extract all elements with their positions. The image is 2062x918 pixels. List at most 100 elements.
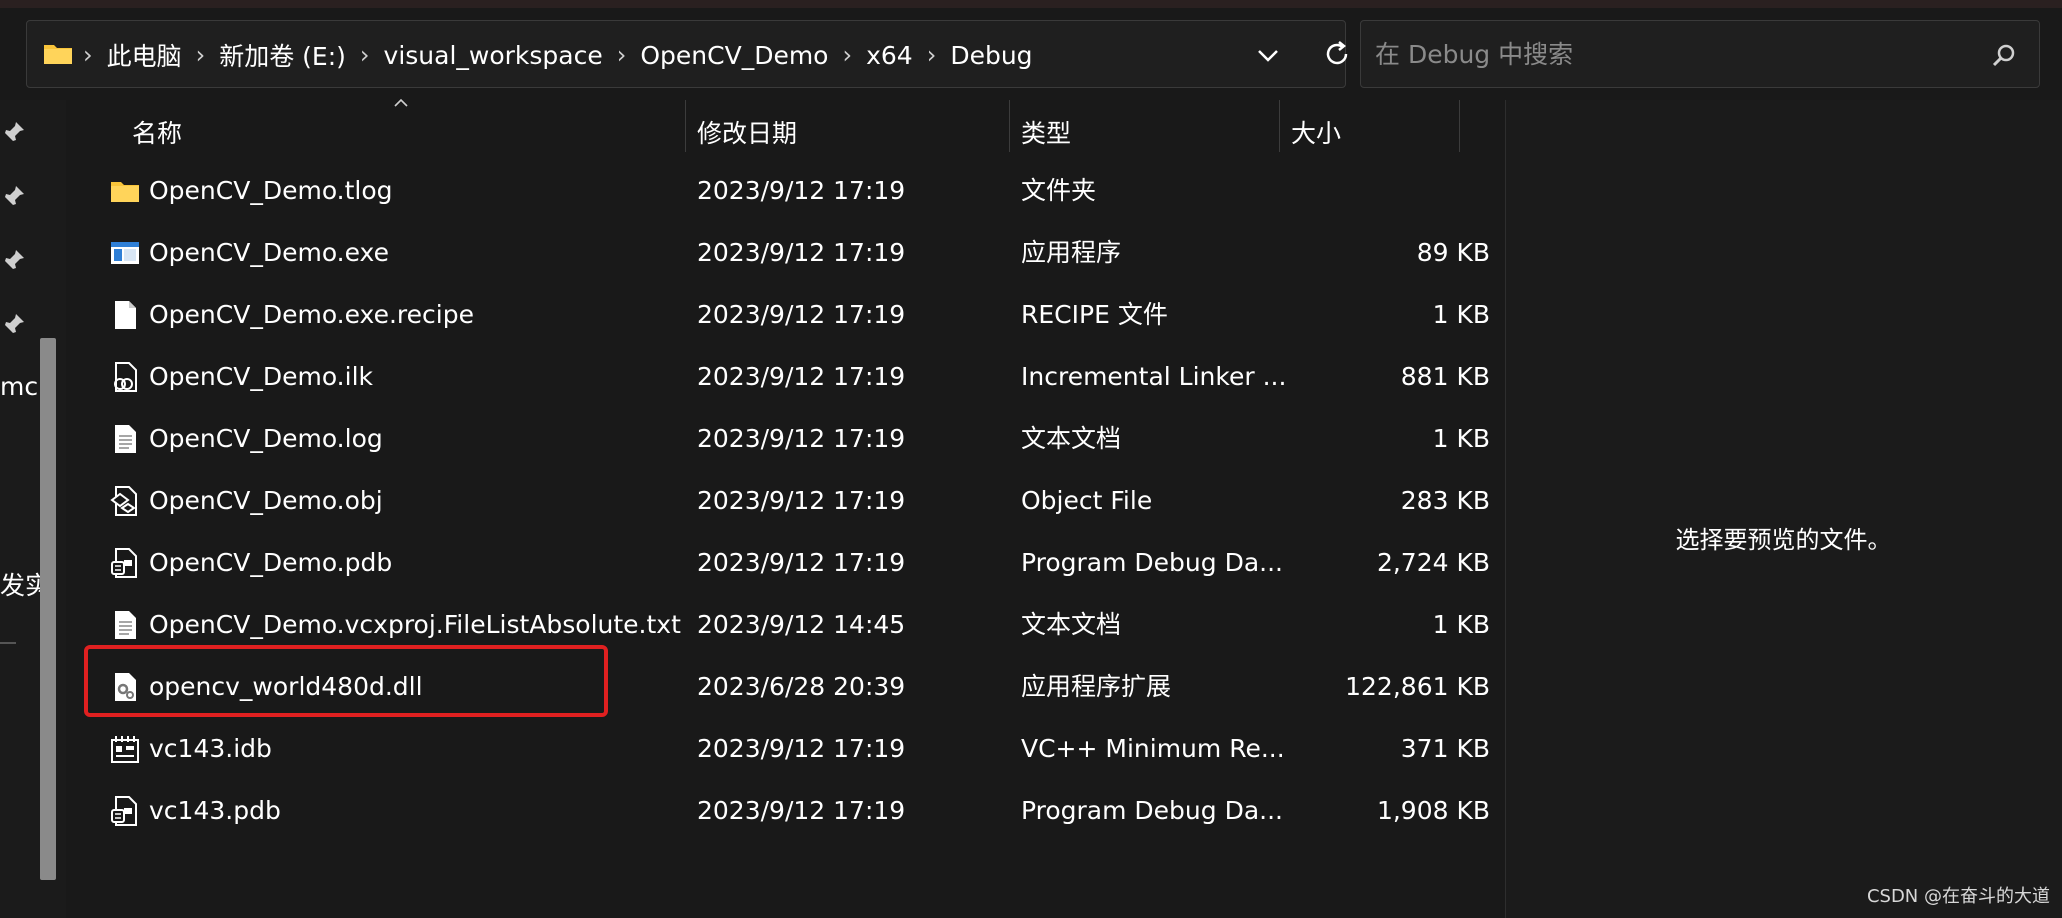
file-name[interactable]: OpenCV_Demo.tlog	[149, 160, 393, 222]
pin-icon[interactable]	[2, 312, 26, 336]
file-name[interactable]: OpenCV_Demo.exe.recipe	[149, 284, 474, 346]
file-row[interactable]: vc143.idb 2023/9/12 17:19 VC++ Minimum R…	[100, 718, 1490, 780]
nav-item-label[interactable]: mc	[0, 372, 40, 401]
file-row[interactable]: OpenCV_Demo.obj 2023/9/12 17:19 Object F…	[100, 470, 1490, 532]
file-row[interactable]: OpenCV_Demo.exe.recipe 2023/9/12 17:19 R…	[100, 284, 1490, 346]
file-date: 2023/9/12 17:19	[697, 300, 906, 329]
text-file-icon	[115, 611, 136, 639]
file-date: 2023/9/12 14:45	[697, 610, 906, 639]
chevron-down-icon[interactable]	[1255, 43, 1281, 67]
file-date: 2023/9/12 17:19	[697, 176, 906, 205]
ilk-icon	[114, 362, 137, 392]
search-placeholder: 在 Debug 中搜索	[1375, 40, 1574, 69]
refresh-icon[interactable]	[1322, 39, 1352, 69]
file-name[interactable]: vc143.pdb	[149, 780, 281, 842]
breadcrumb-drive-e[interactable]: 新加卷 (E:)	[219, 37, 346, 73]
column-divider[interactable]	[1459, 100, 1460, 152]
highlight-annotation-box	[84, 645, 608, 717]
file-icon	[115, 301, 136, 329]
file-size: 371 KB	[1400, 734, 1490, 763]
column-header-date[interactable]: 修改日期	[697, 114, 797, 150]
column-header-type[interactable]: 类型	[1021, 114, 1071, 150]
chevron-right-icon[interactable]: ›	[842, 41, 852, 69]
pdb-icon	[111, 548, 137, 578]
file-type: RECIPE 文件	[1021, 300, 1168, 329]
file-size: 89 KB	[1416, 238, 1490, 267]
file-row[interactable]: OpenCV_Demo.log 2023/9/12 17:19 文本文档 1 K…	[100, 408, 1490, 470]
pin-icon[interactable]	[2, 120, 26, 144]
search-icon[interactable]	[1991, 43, 2017, 69]
file-date: 2023/9/12 17:19	[697, 424, 906, 453]
file-size: 1 KB	[1432, 300, 1490, 329]
file-name[interactable]: OpenCV_Demo.pdb	[149, 532, 392, 594]
chevron-right-icon[interactable]: ›	[196, 41, 206, 69]
file-type: Incremental Linker ...	[1021, 362, 1287, 391]
pin-icon[interactable]	[2, 184, 26, 208]
file-size: 122,861 KB	[1345, 672, 1490, 701]
folder-icon	[111, 182, 139, 202]
file-type: 文件夹	[1021, 176, 1097, 205]
preview-pane: 选择要预览的文件。	[1505, 100, 2062, 918]
file-date: 2023/9/12 17:19	[697, 362, 906, 391]
search-input[interactable]: 在 Debug 中搜索	[1360, 20, 2040, 88]
breadcrumb-this-pc[interactable]: 此电脑	[107, 37, 182, 73]
file-type: 应用程序扩展	[1021, 672, 1172, 701]
navigation-pane: mc 发实	[0, 100, 66, 918]
breadcrumb-visual-workspace[interactable]: visual_workspace	[384, 41, 603, 70]
pdb-icon	[111, 796, 137, 826]
file-row[interactable]: OpenCV_Demo.pdb 2023/9/12 17:19 Program …	[100, 532, 1490, 594]
file-size: 283 KB	[1400, 486, 1490, 515]
file-row[interactable]: OpenCV_Demo.tlog 2023/9/12 17:19 文件夹	[100, 160, 1490, 222]
folder-icon	[44, 45, 72, 64]
file-name[interactable]: OpenCV_Demo.ilk	[149, 346, 373, 408]
exe-icon	[111, 242, 139, 264]
file-size: 881 KB	[1400, 362, 1490, 391]
chevron-right-icon[interactable]: ›	[617, 41, 627, 69]
file-date: 2023/9/12 17:19	[697, 486, 906, 515]
file-list: 名称 修改日期 类型 大小 OpenCV_Demo.tlog 2023/9/12…	[70, 98, 1500, 918]
chevron-right-icon[interactable]: ›	[83, 41, 93, 69]
file-type: Program Debug Da...	[1021, 796, 1283, 825]
file-type: Object File	[1021, 486, 1153, 515]
text-file-icon	[115, 425, 136, 453]
file-row[interactable]: OpenCV_Demo.exe 2023/9/12 17:19 应用程序 89 …	[100, 222, 1490, 284]
chevron-right-icon[interactable]: ›	[360, 41, 370, 69]
file-type: 文本文档	[1021, 424, 1122, 453]
file-size: 1 KB	[1432, 610, 1490, 639]
column-divider[interactable]	[685, 100, 686, 152]
idb-icon	[111, 736, 139, 763]
file-name[interactable]: OpenCV_Demo.obj	[149, 470, 383, 532]
file-size: 1,908 KB	[1376, 796, 1490, 825]
file-date: 2023/9/12 17:19	[697, 238, 906, 267]
chevron-right-icon[interactable]: ›	[927, 41, 937, 69]
window-top-edge	[0, 0, 2062, 8]
column-header-name[interactable]: 名称	[132, 114, 182, 150]
column-divider[interactable]	[1009, 100, 1010, 152]
breadcrumb-opencv-demo[interactable]: OpenCV_Demo	[640, 41, 828, 70]
file-name[interactable]: vc143.idb	[149, 718, 272, 780]
breadcrumb-debug[interactable]: Debug	[950, 41, 1032, 70]
nav-divider	[0, 642, 16, 644]
file-type: VC++ Minimum Re...	[1021, 734, 1285, 763]
file-type: 文本文档	[1021, 610, 1122, 639]
breadcrumb: › 此电脑 › 新加卷 (E:) › visual_workspace › Op…	[83, 21, 1033, 89]
preview-message: 选择要预览的文件。	[1675, 526, 1892, 554]
column-header-size[interactable]: 大小	[1291, 114, 1341, 150]
preview-divider[interactable]	[1505, 100, 1506, 918]
nav-item-label[interactable]: 发实	[0, 566, 40, 602]
file-date: 2023/9/12 17:19	[697, 734, 906, 763]
pin-icon[interactable]	[2, 248, 26, 272]
file-date: 2023/6/28 20:39	[697, 672, 906, 701]
nav-scrollbar[interactable]	[40, 338, 56, 880]
file-name[interactable]: OpenCV_Demo.log	[149, 408, 383, 470]
breadcrumb-x64[interactable]: x64	[866, 41, 913, 70]
sort-ascending-icon[interactable]	[393, 98, 409, 108]
file-row[interactable]: OpenCV_Demo.ilk 2023/9/12 17:19 Incremen…	[100, 346, 1490, 408]
file-name[interactable]: OpenCV_Demo.exe	[149, 222, 389, 284]
column-divider[interactable]	[1279, 100, 1280, 152]
file-date: 2023/9/12 17:19	[697, 796, 906, 825]
address-bar[interactable]: › 此电脑 › 新加卷 (E:) › visual_workspace › Op…	[26, 20, 1348, 89]
file-row[interactable]: vc143.pdb 2023/9/12 17:19 Program Debug …	[100, 780, 1490, 842]
watermark: CSDN @在奋斗的大道	[1866, 886, 2050, 907]
file-type: Program Debug Da...	[1021, 548, 1283, 577]
